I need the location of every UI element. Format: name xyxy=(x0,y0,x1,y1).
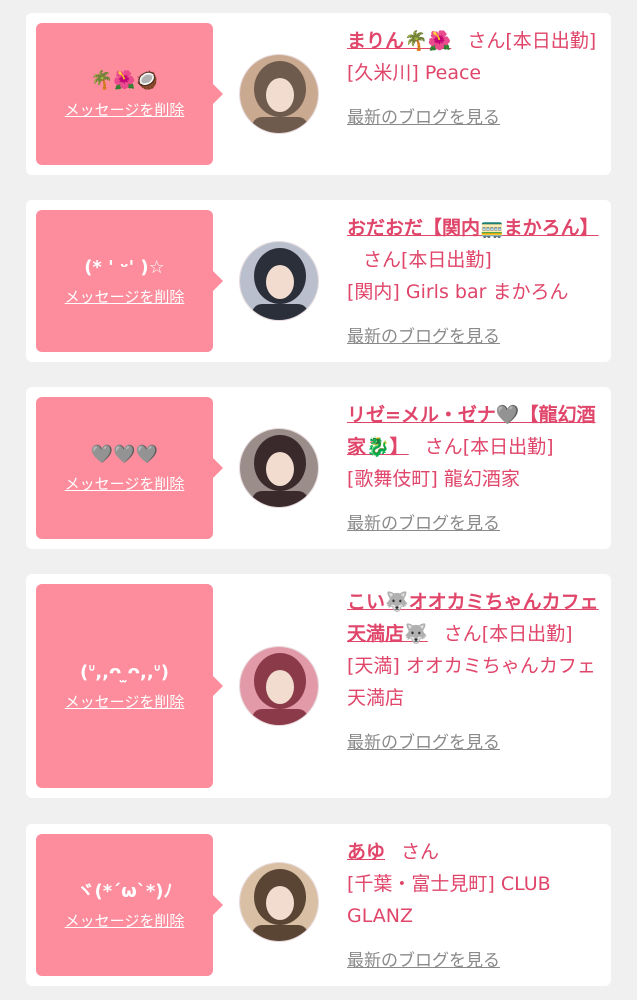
delete-message-link[interactable]: メッセージを削除 xyxy=(65,99,185,120)
message-bubble: (ᐡ,,ᴖ ̫ᴖ,,ᐡ) メッセージを削除 xyxy=(36,584,223,788)
list-item: ヾ(*´ω`*)ﾉ メッセージを削除 あゆ さん [千葉・富士見町] CLUB G… xyxy=(26,824,611,986)
list-item: (ᐡ,,ᴖ ̫ᴖ,,ᐡ) メッセージを削除 こい🐺オオカミちゃんカフェ天満店🐺 さ… xyxy=(26,574,611,798)
honorific: さん xyxy=(424,436,463,458)
latest-blog-link[interactable]: 最新のブログを見る xyxy=(347,103,500,128)
shop-label: [久米川] Peace xyxy=(347,62,482,84)
shop-label: [関内] Girls bar まかろん xyxy=(347,281,569,303)
cast-name-link[interactable]: おだおだ【関内🚃まかろん】 xyxy=(347,217,599,239)
status-badge: [本日出勤] xyxy=(401,249,492,271)
latest-blog-link[interactable]: 最新のブログを見る xyxy=(347,728,500,753)
message-bubble: ヾ(*´ω`*)ﾉ メッセージを削除 xyxy=(36,834,223,976)
message-text: 🌴🌺🥥 xyxy=(90,69,159,91)
message-bubble: 🌴🌺🥥 メッセージを削除 xyxy=(36,23,223,165)
shop-label: [歌舞伎町] 龍幻酒家 xyxy=(347,468,520,490)
status-badge: [本日出勤] xyxy=(505,30,597,52)
honorific: さん xyxy=(467,30,506,52)
latest-blog-link[interactable]: 最新のブログを見る xyxy=(347,946,500,971)
shop-label: [千葉・富士見町] CLUB GLANZ xyxy=(347,873,551,927)
list-item: (* ' ᵕ' )☆ メッセージを削除 おだおだ【関内🚃まかろん】さん[本日出勤… xyxy=(26,200,611,362)
honorific: さん xyxy=(363,249,402,271)
list-item: 🩶🩶🩶 メッセージを削除 リゼ=メル・ゼナ🩶【龍幻酒家🐉】 さん[本日出勤] [歌… xyxy=(26,387,611,549)
status-badge: [本日出勤] xyxy=(481,623,573,645)
delete-message-link[interactable]: メッセージを削除 xyxy=(65,691,185,712)
avatar[interactable] xyxy=(239,428,319,508)
cast-name-link[interactable]: まりん🌴🌺 xyxy=(347,30,451,52)
list-item: 🌴🌺🥥 メッセージを削除 まりん🌴🌺 さん[本日出勤] [久米川] Peace 最… xyxy=(26,13,611,175)
message-text: ヾ(*´ω`*)ﾉ xyxy=(76,880,173,902)
message-list: 🌴🌺🥥 メッセージを削除 まりん🌴🌺 さん[本日出勤] [久米川] Peace 最… xyxy=(0,0,637,1000)
latest-blog-link[interactable]: 最新のブログを見る xyxy=(347,509,500,534)
delete-message-link[interactable]: メッセージを削除 xyxy=(65,473,185,494)
avatar[interactable] xyxy=(239,241,319,321)
avatar[interactable] xyxy=(239,646,319,726)
message-bubble: 🩶🩶🩶 メッセージを削除 xyxy=(36,397,223,539)
avatar[interactable] xyxy=(239,54,319,134)
delete-message-link[interactable]: メッセージを削除 xyxy=(65,286,185,307)
message-text: (* ' ᵕ' )☆ xyxy=(84,256,165,278)
avatar[interactable] xyxy=(239,862,319,942)
latest-blog-link[interactable]: 最新のブログを見る xyxy=(347,322,500,347)
status-badge: [本日出勤] xyxy=(462,436,554,458)
shop-label: [天満] オオカミちゃんカフェ天満店 xyxy=(347,655,596,709)
message-text: 🩶🩶🩶 xyxy=(90,443,159,465)
delete-message-link[interactable]: メッセージを削除 xyxy=(65,910,185,931)
message-text: (ᐡ,,ᴖ ̫ᴖ,,ᐡ) xyxy=(79,661,169,683)
message-bubble: (* ' ᵕ' )☆ メッセージを削除 xyxy=(36,210,223,352)
honorific: さん xyxy=(401,841,440,863)
cast-name-link[interactable]: あゆ xyxy=(347,841,385,863)
honorific: さん xyxy=(443,623,482,645)
